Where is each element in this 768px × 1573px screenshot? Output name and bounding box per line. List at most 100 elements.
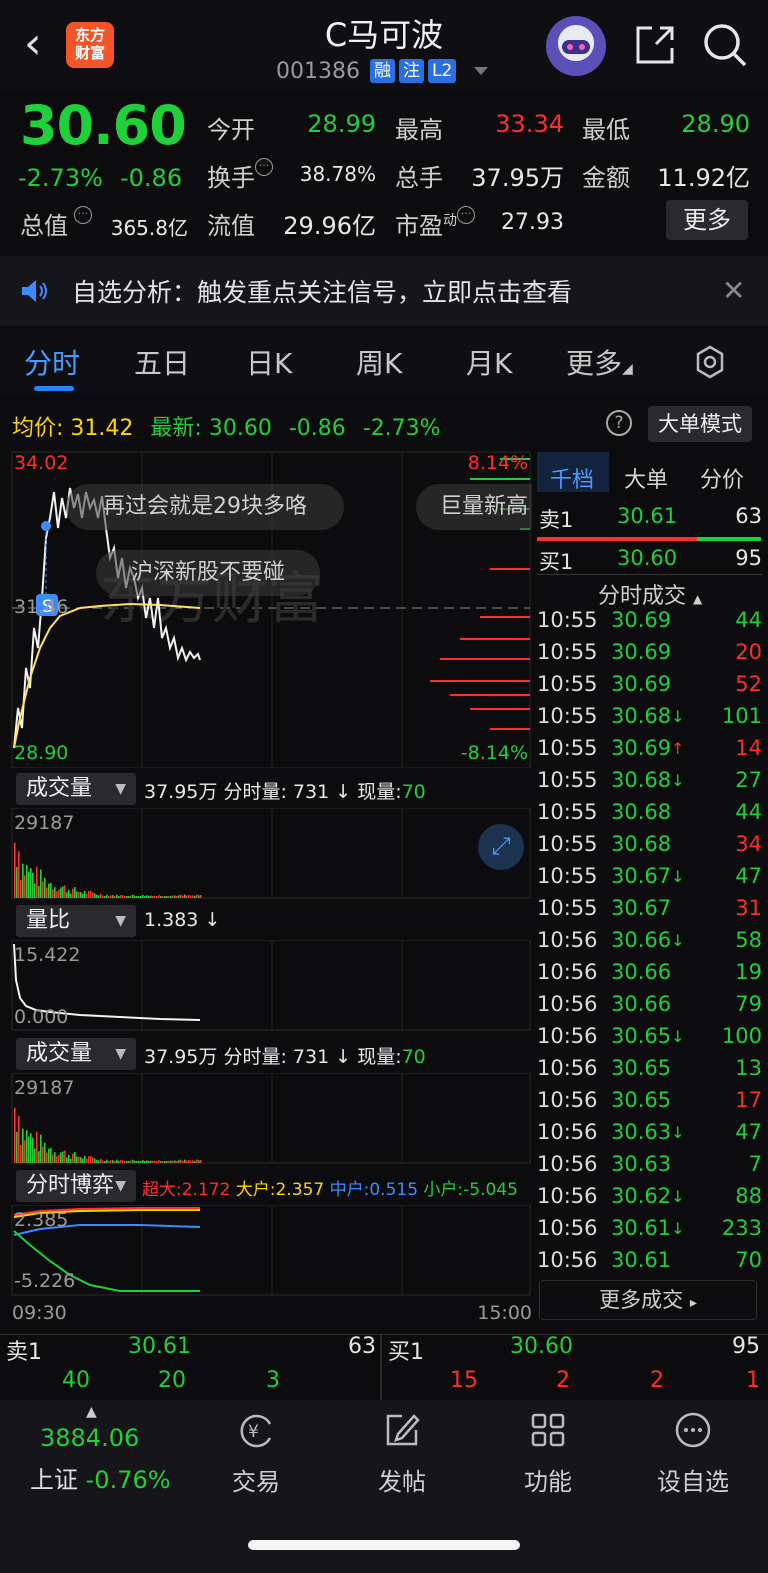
volume-bar xyxy=(74,1151,76,1163)
tab-more[interactable]: 更多◢ xyxy=(566,342,633,382)
search-icon[interactable] xyxy=(700,20,748,68)
help-icon[interactable]: ? xyxy=(606,410,632,436)
index-row[interactable]: 上证 -0.76% xyxy=(30,1460,171,1495)
volume-bar xyxy=(48,883,50,898)
tick-row: 10:55 30.68 44 xyxy=(537,800,762,832)
intraday-chart[interactable]: 东方财富 S 再过会就是29块多咯 巨量新高 沪深新股不要碰 34.02 8.1… xyxy=(0,448,532,1334)
close-icon[interactable]: ✕ xyxy=(722,274,745,307)
volume-bar xyxy=(196,1159,198,1163)
volume-bar xyxy=(74,886,76,898)
pct-max-label: 8.14% xyxy=(467,452,528,474)
volume-label: 成交量 xyxy=(26,1041,93,1066)
big-order-mode-button[interactable]: 大单模式 xyxy=(648,406,752,442)
banner-text[interactable]: 自选分析：触发重点关注信号，立即点击查看 xyxy=(72,273,572,309)
volume-bar xyxy=(122,895,124,898)
home-indicator[interactable] xyxy=(248,1540,520,1550)
nav-functions[interactable]: 功能 xyxy=(498,1410,598,1497)
tab-daily-k[interactable]: 日K xyxy=(246,342,292,382)
tick-row: 10:56 30.63 7 xyxy=(537,1152,762,1184)
info-icon[interactable]: ··· xyxy=(255,158,273,176)
low-value: 28.90 xyxy=(681,110,750,138)
game-indicator-selector[interactable]: 分时博弈 ▼ xyxy=(16,1170,136,1202)
volume-bar xyxy=(24,1140,26,1163)
tick-price: 30.68 xyxy=(611,704,672,728)
comment-bubble[interactable]: 再过会就是29块多咯 xyxy=(66,484,344,530)
comment-bubble[interactable]: 沪深新股不要碰 xyxy=(96,550,320,596)
assistant-robot-icon[interactable] xyxy=(546,16,606,76)
chevron-down-icon[interactable] xyxy=(474,67,489,75)
bid-1-label: 买1 xyxy=(539,550,574,574)
gear-icon[interactable] xyxy=(692,344,728,380)
comment-bubble[interactable]: 巨量新高 xyxy=(416,484,532,530)
tick-price: 30.61 xyxy=(611,1248,672,1272)
tick-volume: 47 xyxy=(735,1120,762,1144)
tick-volume-arrow: ↓ xyxy=(335,781,352,803)
tick-price: 30.63 xyxy=(611,1120,672,1144)
volume-bar xyxy=(188,894,190,898)
medium-flow: 中户:0.515 xyxy=(329,1180,419,1200)
info-icon[interactable]: ··· xyxy=(74,206,92,224)
tab-big-orders[interactable]: 大单 xyxy=(624,462,668,494)
volume-bar xyxy=(174,895,176,898)
info-icon[interactable]: ··· xyxy=(457,206,475,224)
edit-icon xyxy=(386,1414,420,1446)
volume-total: 37.95万 xyxy=(144,1046,218,1068)
tab-intraday[interactable]: 分时 xyxy=(24,342,80,382)
tick-price: 30.69 xyxy=(611,608,672,632)
volume-indicator-selector[interactable]: 成交量 ▼ xyxy=(16,773,136,805)
volume-bar xyxy=(174,1160,176,1163)
tab-weekly-k[interactable]: 周K xyxy=(356,342,402,382)
volume-bar xyxy=(144,1161,146,1163)
price-max-label: 34.02 xyxy=(14,452,69,474)
tick-price: 30.68 xyxy=(611,832,672,856)
volume-bar xyxy=(192,1160,194,1163)
bottom-ask-volume: 63 xyxy=(348,1334,376,1359)
volume-bar xyxy=(168,896,170,898)
ask-1-row[interactable]: 卖1 30.61 63 xyxy=(537,504,762,536)
volume-bar xyxy=(38,1151,40,1163)
volume-bar xyxy=(82,893,84,898)
volume-bar xyxy=(64,1150,66,1163)
nav-post[interactable]: 发帖 xyxy=(352,1410,452,1497)
divider xyxy=(380,1334,382,1400)
volume-bar xyxy=(142,1159,144,1163)
more-ticks-button[interactable]: 更多成交 ▸ xyxy=(539,1280,757,1320)
ratio-indicator-selector[interactable]: 量比 ▼ xyxy=(16,905,136,937)
tab-price-levels[interactable]: 分价 xyxy=(700,462,744,494)
tick-volume: 88 xyxy=(735,1184,762,1208)
expand-icon[interactable]: ⤢ xyxy=(478,824,524,870)
buy-point-marker[interactable] xyxy=(41,521,51,531)
volume-bar xyxy=(194,1160,196,1163)
ticks-title[interactable]: 分时成交 ▲ xyxy=(598,578,702,610)
tick-price: 30.63 xyxy=(611,1152,672,1176)
tick-volume: 79 xyxy=(735,992,762,1016)
bid-queue-order: 15 xyxy=(450,1368,478,1393)
tick-direction: ↓ xyxy=(671,1027,685,1046)
tab-thousand-levels[interactable]: 千档 xyxy=(550,462,594,494)
tick-row: 10:56 30.65 ↓ 100 xyxy=(537,1024,762,1056)
avg-price-row-text: 均价: 31.42 最新: 30.60 -0.86 -2.73% xyxy=(12,410,441,442)
index-value[interactable]: 3884.06 xyxy=(40,1424,139,1452)
volume-bar xyxy=(116,1159,118,1163)
stock-code-row[interactable]: 001386 融 注 L2 xyxy=(276,58,489,84)
change-percent: -2.73% xyxy=(18,164,103,192)
nav-add-watchlist[interactable]: 设自选 xyxy=(643,1410,743,1497)
volume-indicator-selector[interactable]: 成交量 ▼ xyxy=(16,1038,136,1070)
index-expand-icon[interactable]: ▲ xyxy=(86,1404,97,1420)
volume-value: 37.95万 xyxy=(471,164,564,192)
amount-label: 金额 xyxy=(582,164,630,192)
tab-five-day[interactable]: 五日 xyxy=(134,342,190,382)
more-button[interactable]: 更多 xyxy=(666,200,748,240)
volume-bar xyxy=(104,896,106,898)
tab-monthly-k[interactable]: 月K xyxy=(466,342,512,382)
share-icon[interactable] xyxy=(632,22,678,68)
volume-bar xyxy=(44,1142,46,1163)
tick-row: 10:55 30.68 ↓ 101 xyxy=(537,704,762,736)
price-min-label: 28.90 xyxy=(14,742,69,764)
nav-trade[interactable]: ¥ 交易 xyxy=(206,1410,306,1497)
tick-time: 10:56 xyxy=(537,1248,598,1272)
volume-bar xyxy=(40,1134,42,1163)
game-chart-svg xyxy=(11,1205,531,1296)
tick-volume: 20 xyxy=(735,640,762,664)
volume-bar xyxy=(80,892,82,898)
